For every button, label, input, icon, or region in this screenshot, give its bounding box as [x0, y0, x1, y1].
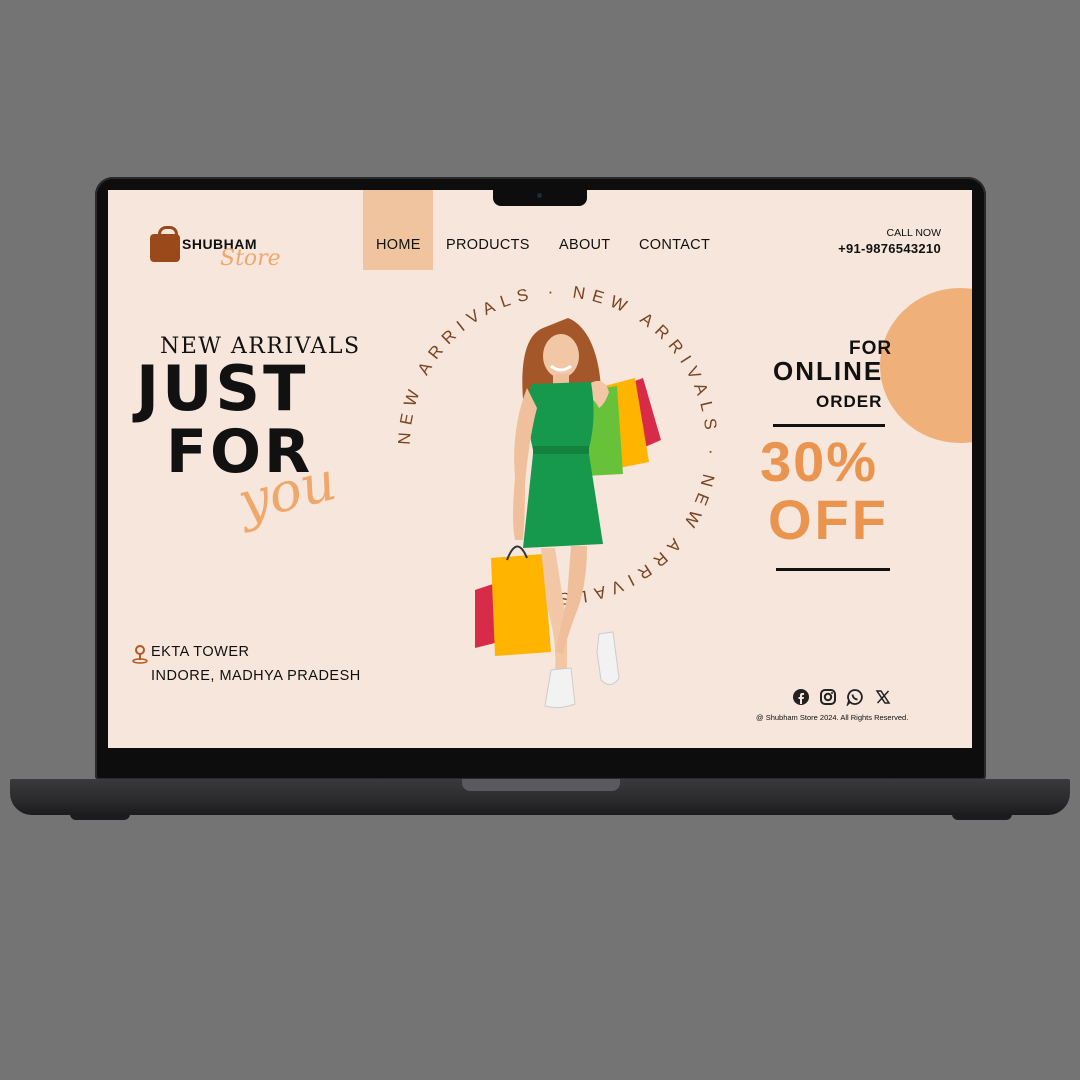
model-with-shopping-bags	[475, 318, 661, 709]
address-line-2: INDORE, MADHYA PRADESH	[151, 668, 361, 684]
whatsapp-icon[interactable]	[846, 688, 864, 706]
offer-divider-bottom	[776, 568, 890, 571]
offer-divider-top	[773, 424, 885, 427]
nav-home[interactable]: HOME	[376, 237, 421, 253]
address-line-1: EKTA TOWER	[151, 644, 250, 660]
offer-order: ORDER	[816, 392, 883, 411]
nav-products[interactable]: PRODUCTS	[446, 237, 530, 253]
laptop-base-lip	[462, 779, 620, 791]
hero-line-just: JUST	[136, 352, 309, 425]
offer-online: ONLINE	[773, 356, 884, 386]
nav-active-highlight	[363, 190, 433, 270]
offer-off: OFF	[768, 488, 889, 551]
laptop-foot	[70, 813, 130, 820]
camera-icon	[537, 193, 542, 198]
facebook-icon[interactable]	[792, 688, 810, 706]
location-pin-icon	[132, 645, 148, 664]
camera-notch	[493, 188, 587, 206]
instagram-icon[interactable]	[819, 688, 837, 706]
offer-circle	[880, 288, 972, 443]
laptop-foot	[952, 813, 1012, 820]
phone-number[interactable]: +91-9876543210	[838, 241, 941, 256]
nav-about[interactable]: ABOUT	[559, 237, 610, 253]
nav-contact[interactable]: CONTACT	[639, 237, 710, 253]
shopping-bag-icon	[150, 226, 180, 262]
brand-sub: Store	[220, 246, 281, 271]
call-now-label: CALL NOW	[886, 227, 941, 239]
website-screen: SHUBHAM Store HOME PRODUCTS ABOUT CONTAC…	[108, 190, 972, 748]
offer-percent: 30%	[760, 430, 879, 493]
copyright-text: @ Shubham Store 2024. All Rights Reserve…	[756, 713, 909, 722]
x-icon[interactable]	[874, 688, 892, 706]
